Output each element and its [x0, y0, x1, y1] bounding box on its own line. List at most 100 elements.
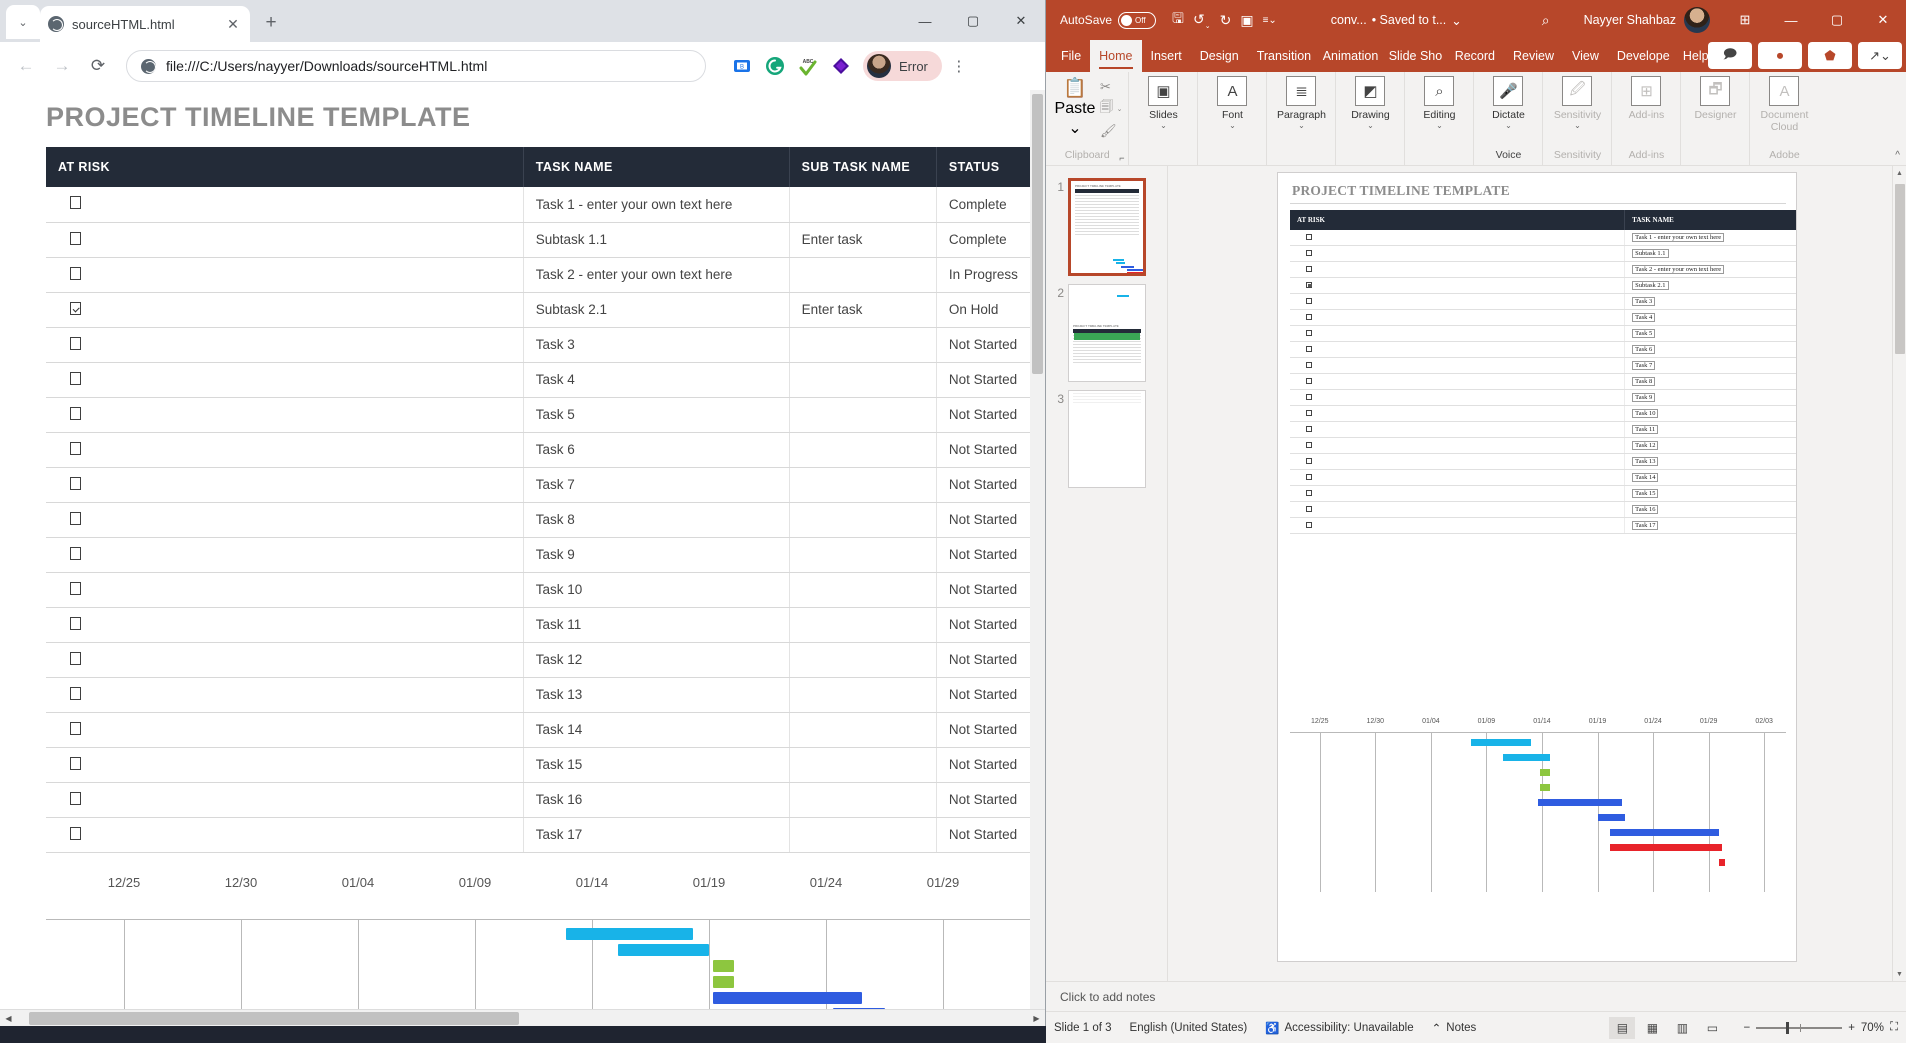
ribbon-button-editing[interactable]: ⌕Editing⌄ — [1411, 76, 1467, 130]
autosave-switch[interactable]: Off — [1118, 12, 1156, 29]
slide-scroll-thumb[interactable] — [1895, 184, 1905, 354]
slide-at-risk-checkbox[interactable] — [1290, 310, 1625, 326]
reading-view-icon[interactable]: ▥ — [1669, 1017, 1695, 1039]
normal-view-icon[interactable]: ▤ — [1609, 1017, 1635, 1039]
at-risk-checkbox[interactable] — [46, 292, 523, 327]
slide-counter[interactable]: Slide 1 of 3 — [1054, 1022, 1112, 1034]
ribbon-button-add-ins[interactable]: ⊞Add-ins — [1618, 76, 1674, 121]
address-bar[interactable]: file:///C:/Users/nayyer/Downloads/source… — [126, 50, 706, 82]
ribbon-tab-review[interactable]: Review — [1504, 40, 1563, 72]
slide-thumbnail-3[interactable]: 3 — [1046, 386, 1167, 492]
at-risk-checkbox[interactable] — [46, 677, 523, 712]
slide-task-table[interactable]: AT RISKTASK NAMESUB TASK NAMES Task 1 - … — [1290, 210, 1797, 534]
slide-vertical-scrollbar[interactable]: ▲ ▼ — [1892, 166, 1906, 981]
cut-icon[interactable]: ✂ — [1100, 79, 1122, 95]
at-risk-checkbox[interactable] — [46, 502, 523, 537]
customize-qat-icon[interactable]: ≡⌄ — [1263, 15, 1277, 26]
at-risk-checkbox[interactable] — [46, 187, 523, 222]
slide-thumbnail-2[interactable]: 2PROJECT TIMELINE TEMPLATE — [1046, 280, 1167, 386]
accessibility-status[interactable]: ♿ Accessibility: Unavailable — [1265, 1021, 1413, 1035]
chevron-down-icon[interactable]: ⌄ — [1367, 122, 1374, 130]
notes-pane[interactable]: Click to add notes — [1046, 981, 1906, 1011]
ribbon-tab-design[interactable]: Design — [1191, 40, 1248, 72]
start-presentation-icon[interactable]: ▣ — [1240, 12, 1253, 29]
ribbon-button-sensitivity[interactable]: 🖉Sensitivity⌄ — [1549, 76, 1605, 130]
ribbon-display-options-icon[interactable]: ⊞ — [1722, 0, 1768, 40]
paste-icon[interactable]: 📋 — [1063, 76, 1087, 100]
at-risk-checkbox[interactable] — [46, 817, 523, 852]
reload-button[interactable]: ⟳ — [82, 50, 114, 82]
collapse-ribbon-icon[interactable]: ^ — [1895, 150, 1900, 161]
language-indicator[interactable]: English (United States) — [1130, 1022, 1248, 1034]
slide-at-risk-checkbox[interactable] — [1290, 518, 1625, 534]
ribbon-tab-slide-sho[interactable]: Slide Sho — [1380, 40, 1446, 72]
at-risk-checkbox[interactable] — [46, 572, 523, 607]
document-chevron-down-icon[interactable]: ⌄ — [1451, 13, 1461, 28]
slide-at-risk-checkbox[interactable] — [1290, 470, 1625, 486]
at-risk-checkbox[interactable] — [46, 362, 523, 397]
at-risk-checkbox[interactable] — [46, 712, 523, 747]
clipboard-dialog-launcher[interactable]: ⌐ — [1119, 153, 1124, 163]
chevron-down-icon[interactable]: ⌄ — [1160, 122, 1167, 130]
at-risk-checkbox[interactable] — [46, 467, 523, 502]
zoom-level-label[interactable]: 70% — [1861, 1022, 1884, 1034]
autosave-toggle[interactable]: AutoSave Off — [1060, 12, 1156, 29]
chevron-down-icon[interactable]: ⌄ — [1436, 122, 1443, 130]
profile-button[interactable]: Error — [863, 51, 942, 81]
notes-toggle-button[interactable]: ⌃ Notes — [1432, 1021, 1477, 1035]
slide-thumbnail-preview[interactable]: PROJECT TIMELINE TEMPLATE — [1068, 178, 1146, 276]
ribbon-tab-transition[interactable]: Transition — [1248, 40, 1314, 72]
ribbon-button-dictate[interactable]: 🎤Dictate⌄ — [1480, 76, 1536, 130]
undo-icon[interactable]: ↺⌄ — [1193, 11, 1211, 30]
at-risk-checkbox[interactable] — [46, 747, 523, 782]
ppt-restore-button[interactable]: ▢ — [1814, 0, 1860, 40]
ppt-minimize-button[interactable]: — — [1768, 0, 1814, 40]
ribbon-tab-file[interactable]: File — [1052, 40, 1090, 72]
slide-at-risk-checkbox[interactable] — [1290, 374, 1625, 390]
ribbon-button-drawing[interactable]: ◩Drawing⌄ — [1342, 76, 1398, 130]
comments-icon[interactable]: 🗩 — [1708, 42, 1752, 69]
slide-at-risk-checkbox[interactable] — [1290, 422, 1625, 438]
slide-thumbnail-preview[interactable] — [1068, 390, 1146, 488]
forward-button[interactable]: → — [46, 50, 78, 82]
at-risk-checkbox[interactable] — [46, 782, 523, 817]
at-risk-checkbox[interactable] — [46, 432, 523, 467]
slide-at-risk-checkbox[interactable] — [1290, 278, 1625, 294]
ribbon-button-designer[interactable]: 🗗Designer — [1687, 76, 1743, 121]
redo-icon[interactable]: ↻ — [1220, 12, 1232, 29]
save-icon[interactable]: 🖫 — [1172, 8, 1184, 32]
minimize-button[interactable]: — — [901, 0, 949, 42]
at-risk-checkbox[interactable] — [46, 537, 523, 572]
slide-at-risk-checkbox[interactable] — [1290, 294, 1625, 310]
chevron-down-icon[interactable]: ⌄ — [1298, 122, 1305, 130]
ppt-close-button[interactable]: ✕ — [1860, 0, 1906, 40]
tab-search-chevron-icon[interactable]: ⌄ — [6, 5, 40, 39]
format-painter-icon[interactable]: 🖌 — [1100, 123, 1122, 139]
maximize-button[interactable]: ▢ — [949, 0, 997, 42]
horizontal-scroll-thumb[interactable] — [29, 1012, 519, 1025]
back-button[interactable]: ← — [10, 50, 42, 82]
slide-title[interactable]: PROJECT TIMELINE TEMPLATE — [1278, 173, 1796, 199]
scroll-up-arrow[interactable]: ▲ — [1893, 166, 1906, 180]
copy-icon[interactable]: 🗐 ⌄ — [1100, 98, 1122, 120]
ribbon-tab-home[interactable]: Home — [1090, 40, 1141, 72]
slide-at-risk-checkbox[interactable] — [1290, 390, 1625, 406]
page-vertical-scrollbar[interactable] — [1030, 90, 1045, 1009]
slide-at-risk-checkbox[interactable] — [1290, 342, 1625, 358]
scroll-right-arrow[interactable]: ▶ — [1028, 1014, 1045, 1023]
at-risk-checkbox[interactable] — [46, 397, 523, 432]
ribbon-button-paragraph[interactable]: ≣Paragraph⌄ — [1273, 76, 1329, 130]
at-risk-checkbox[interactable] — [46, 222, 523, 257]
site-info-icon[interactable] — [141, 59, 156, 74]
slide-at-risk-checkbox[interactable] — [1290, 438, 1625, 454]
slide-gantt-chart[interactable]: 12/2512/3001/0401/0901/1401/1901/2401/29… — [1290, 718, 1786, 918]
ribbon-button-document-cloud[interactable]: ADocument Cloud — [1756, 76, 1812, 133]
document-name-area[interactable]: conv... • Saved to t... ⌄ — [1331, 13, 1462, 28]
zoom-slider-handle[interactable] — [1786, 1022, 1789, 1034]
ribbon-button-slides[interactable]: ▣Slides⌄ — [1135, 76, 1191, 130]
zoom-out-button[interactable]: − — [1743, 1022, 1750, 1034]
slide-at-risk-checkbox[interactable] — [1290, 230, 1625, 246]
vertical-scroll-thumb[interactable] — [1032, 94, 1043, 374]
chevron-down-icon[interactable]: ⌄ — [1229, 122, 1236, 130]
browser-menu-icon[interactable]: ⋮ — [946, 59, 972, 74]
